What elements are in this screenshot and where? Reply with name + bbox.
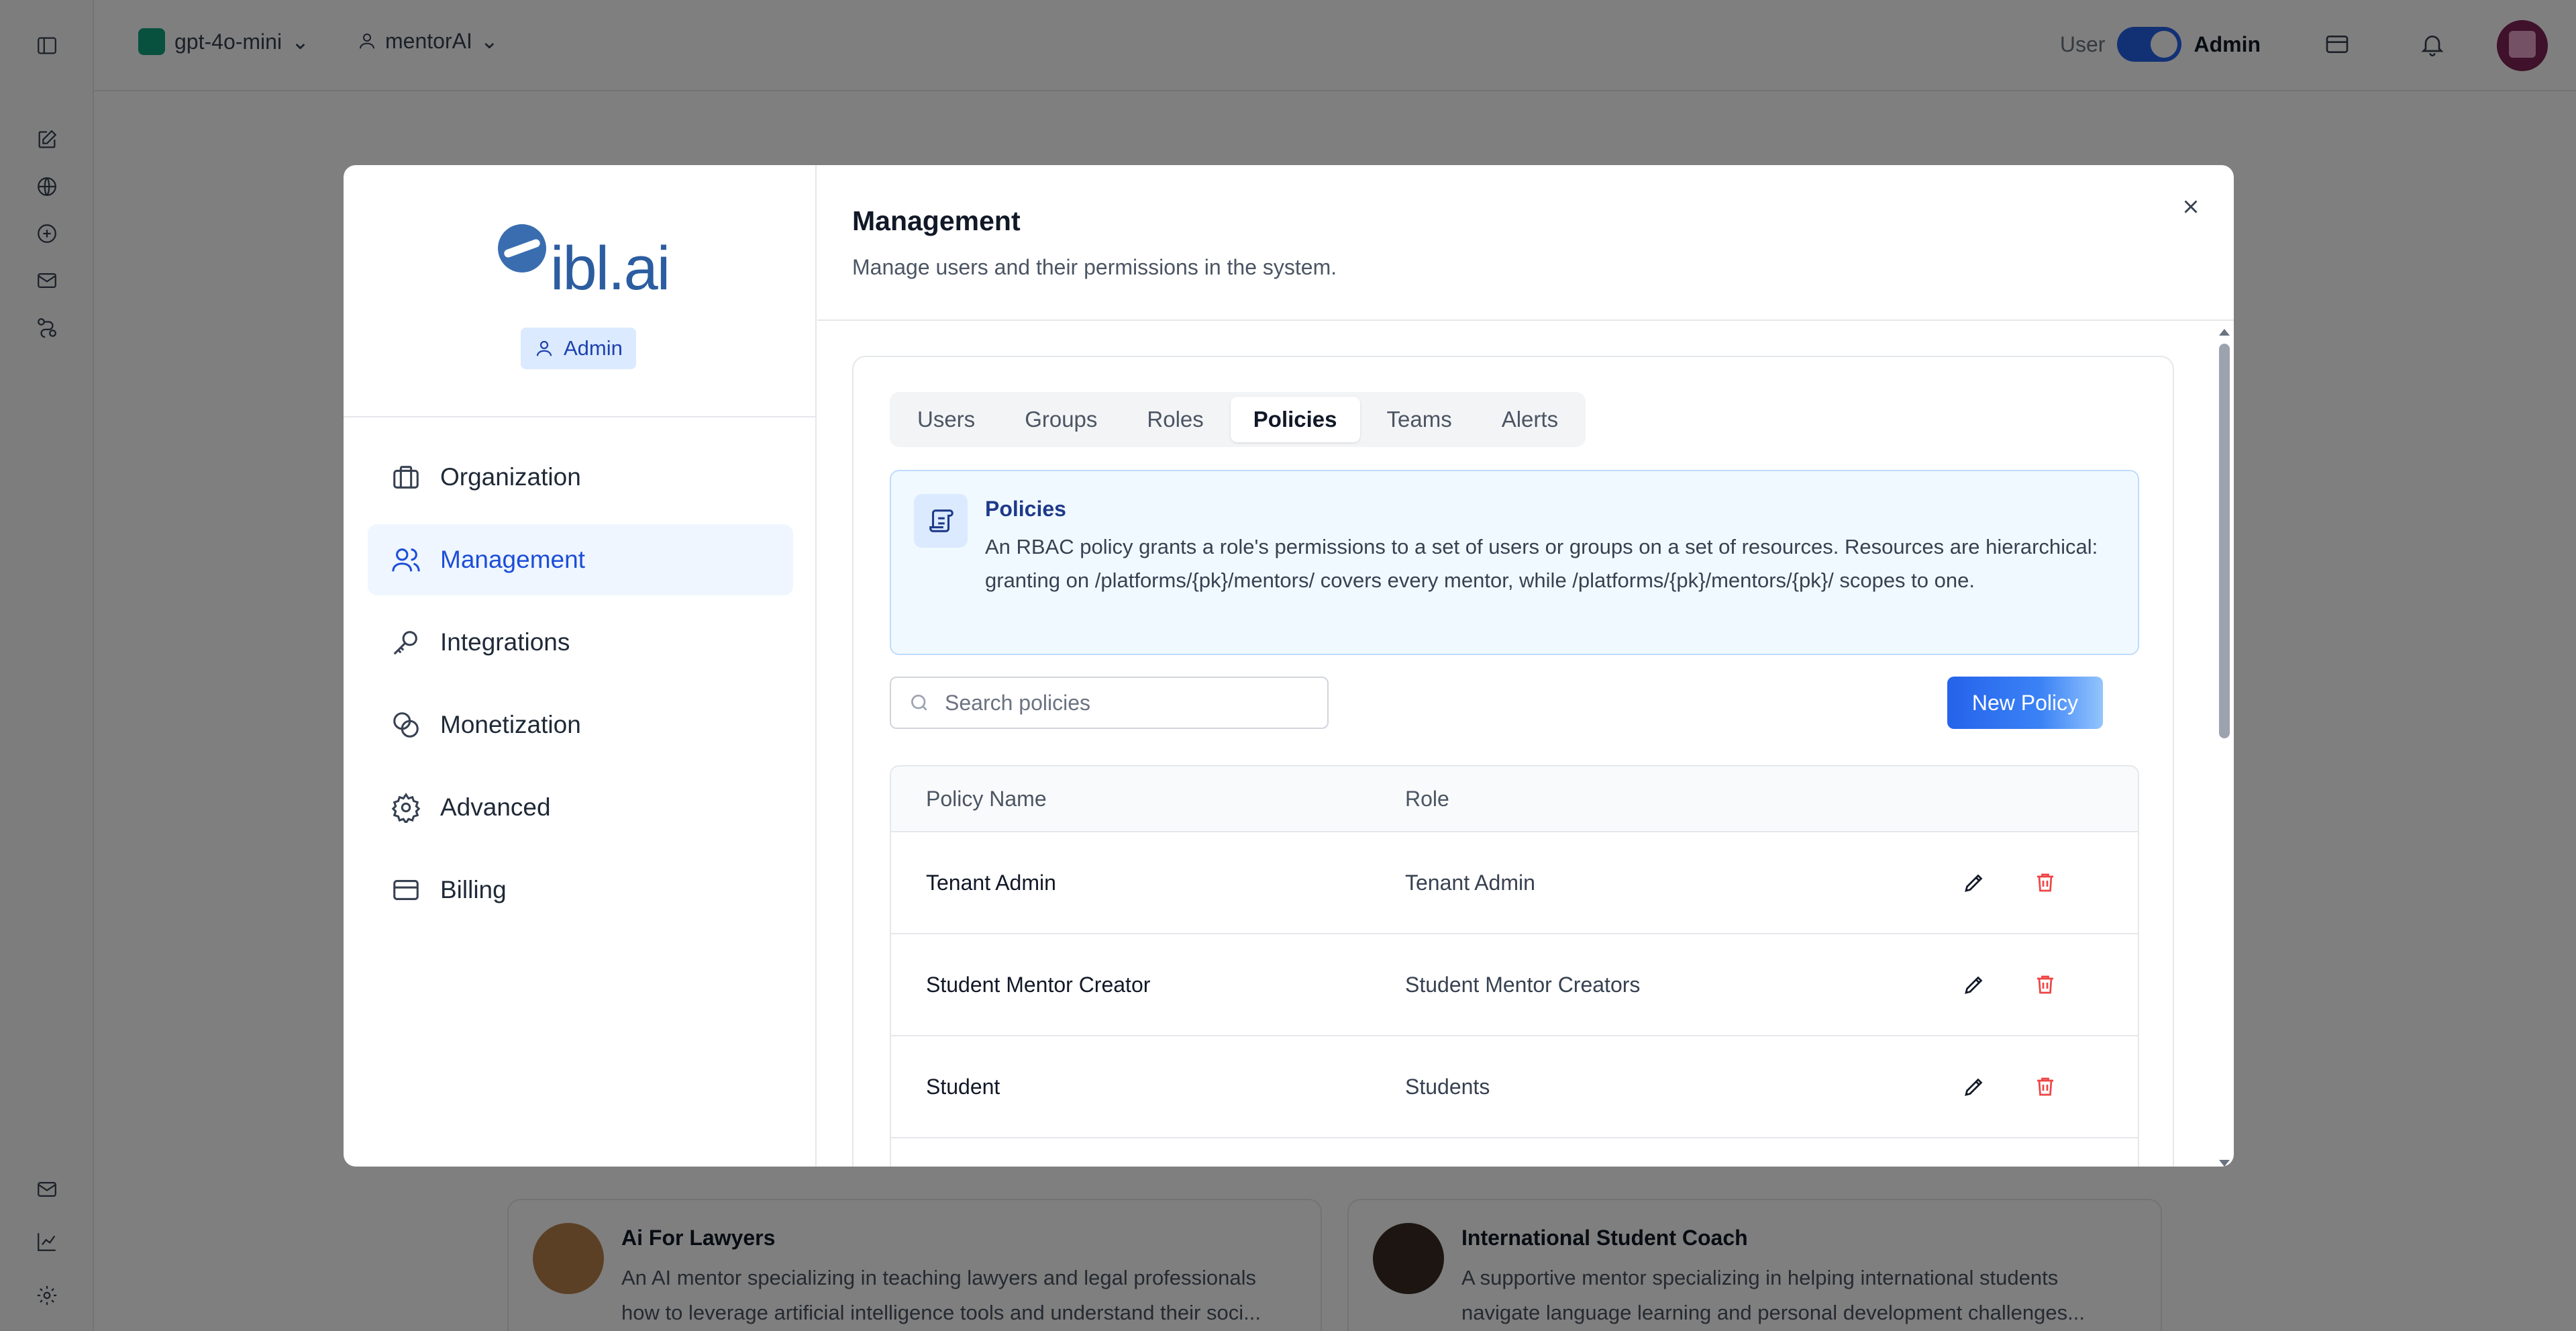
nav-item-advanced[interactable]: Advanced bbox=[368, 772, 793, 843]
trash-icon bbox=[2037, 975, 2053, 994]
policy-name: Tenant Admin bbox=[926, 870, 1056, 895]
policy-name: Student Mentor Creator bbox=[926, 972, 1151, 997]
scroll-up-arrow-icon[interactable] bbox=[2219, 329, 2230, 336]
table-row: Student Mentor Creator Student Mentor Cr… bbox=[891, 934, 2138, 1036]
delete-policy-button[interactable] bbox=[2029, 1071, 2061, 1103]
user-icon bbox=[536, 340, 552, 356]
admin-badge-label: Admin bbox=[564, 336, 623, 360]
row-actions bbox=[1958, 1071, 2061, 1103]
close-icon bbox=[2184, 200, 2198, 213]
nav-item-label: Advanced bbox=[440, 793, 551, 821]
policy-role: Student Mentor Creators bbox=[1405, 972, 1641, 997]
scroll-text-icon bbox=[914, 494, 968, 548]
policy-role: Students bbox=[1405, 1074, 1490, 1099]
tab-groups[interactable]: Groups bbox=[1002, 397, 1120, 442]
tab-users[interactable]: Users bbox=[894, 397, 998, 442]
ibl-logo-mark-icon bbox=[498, 224, 546, 273]
info-title: Policies bbox=[985, 497, 1066, 521]
table-header: Policy Name Role bbox=[891, 767, 2138, 832]
nav-item-label: Monetization bbox=[440, 711, 581, 738]
tab-teams[interactable]: Teams bbox=[1364, 397, 1475, 442]
nav-item-billing[interactable]: Billing bbox=[368, 854, 793, 926]
management-panel: Users Groups Roles Policies Teams Alerts… bbox=[852, 356, 2174, 1167]
nav-item-organization[interactable]: Organization bbox=[368, 442, 793, 513]
modal-scroll-area: Users Groups Roles Policies Teams Alerts… bbox=[817, 322, 2234, 1167]
tab-list: Users Groups Roles Policies Teams Alerts bbox=[890, 392, 1586, 447]
coins-icon bbox=[393, 712, 419, 738]
info-text: An RBAC policy grants a role's permissio… bbox=[985, 535, 2098, 592]
admin-badge: Admin bbox=[521, 328, 636, 369]
settings-nav: Organization Management Integrations Mon… bbox=[368, 442, 793, 937]
scrollbar[interactable] bbox=[2218, 328, 2231, 1167]
column-header-policy-name: Policy Name bbox=[926, 786, 1047, 811]
gear-icon bbox=[391, 793, 421, 823]
logo-text: ibl.ai bbox=[550, 234, 670, 303]
search-input[interactable] bbox=[945, 690, 1294, 716]
search-icon bbox=[911, 695, 927, 711]
close-button[interactable] bbox=[2172, 188, 2210, 226]
scroll-thumb[interactable] bbox=[2219, 344, 2230, 738]
pencil-icon bbox=[1965, 976, 1983, 994]
nav-item-label: Integrations bbox=[440, 628, 570, 656]
tab-alerts[interactable]: Alerts bbox=[1479, 397, 1581, 442]
modal-content: Management Manage users and their permis… bbox=[817, 165, 2234, 1167]
trash-icon bbox=[2037, 873, 2053, 892]
modal-sidebar: ibl.ai Admin Organization Management Int… bbox=[344, 165, 817, 1167]
nav-item-management[interactable]: Management bbox=[368, 524, 793, 595]
credit-card-icon bbox=[393, 880, 419, 900]
pencil-icon bbox=[1965, 874, 1983, 892]
edit-policy-button[interactable] bbox=[1958, 969, 1990, 1001]
page-subtitle: Manage users and their permissions in th… bbox=[852, 255, 1337, 279]
pencil-icon bbox=[1965, 1078, 1983, 1096]
policy-role: Tenant Admin bbox=[1405, 870, 1535, 895]
ibl-logo: ibl.ai bbox=[498, 224, 672, 305]
nav-item-label: Organization bbox=[440, 463, 581, 491]
table-row bbox=[891, 1138, 2138, 1167]
nav-item-label: Management bbox=[440, 546, 585, 573]
management-modal: ibl.ai Admin Organization Management Int… bbox=[344, 165, 2234, 1167]
policy-name: Student bbox=[926, 1074, 1000, 1099]
divider bbox=[344, 416, 815, 417]
new-policy-button[interactable]: New Policy bbox=[1947, 677, 2103, 729]
briefcase-icon bbox=[393, 466, 419, 489]
scroll-down-arrow-icon[interactable] bbox=[2219, 1160, 2230, 1167]
trash-icon bbox=[2037, 1077, 2053, 1096]
edit-policy-button[interactable] bbox=[1958, 1071, 1990, 1103]
row-actions bbox=[1958, 969, 2061, 1001]
modal-header: Management Manage users and their permis… bbox=[817, 165, 2234, 321]
page-title: Management bbox=[852, 205, 1021, 236]
table-row: Tenant Admin Tenant Admin bbox=[891, 832, 2138, 934]
row-actions bbox=[1958, 867, 2061, 899]
policies-info-box: Policies An RBAC policy grants a role's … bbox=[890, 470, 2139, 655]
edit-policy-button[interactable] bbox=[1958, 867, 1990, 899]
tab-policies[interactable]: Policies bbox=[1230, 397, 1360, 442]
nav-item-monetization[interactable]: Monetization bbox=[368, 689, 793, 760]
policies-table: Policy Name Role Tenant Admin Tenant Adm… bbox=[890, 765, 2139, 1167]
users-icon bbox=[392, 548, 420, 572]
tab-roles[interactable]: Roles bbox=[1124, 397, 1226, 442]
search-box bbox=[890, 677, 1329, 729]
delete-policy-button[interactable] bbox=[2029, 969, 2061, 1001]
nav-item-label: Billing bbox=[440, 876, 507, 903]
key-icon bbox=[393, 631, 417, 655]
delete-policy-button[interactable] bbox=[2029, 867, 2061, 899]
column-header-role: Role bbox=[1405, 786, 1449, 811]
table-row: Student Students bbox=[891, 1036, 2138, 1138]
nav-item-integrations[interactable]: Integrations bbox=[368, 607, 793, 678]
